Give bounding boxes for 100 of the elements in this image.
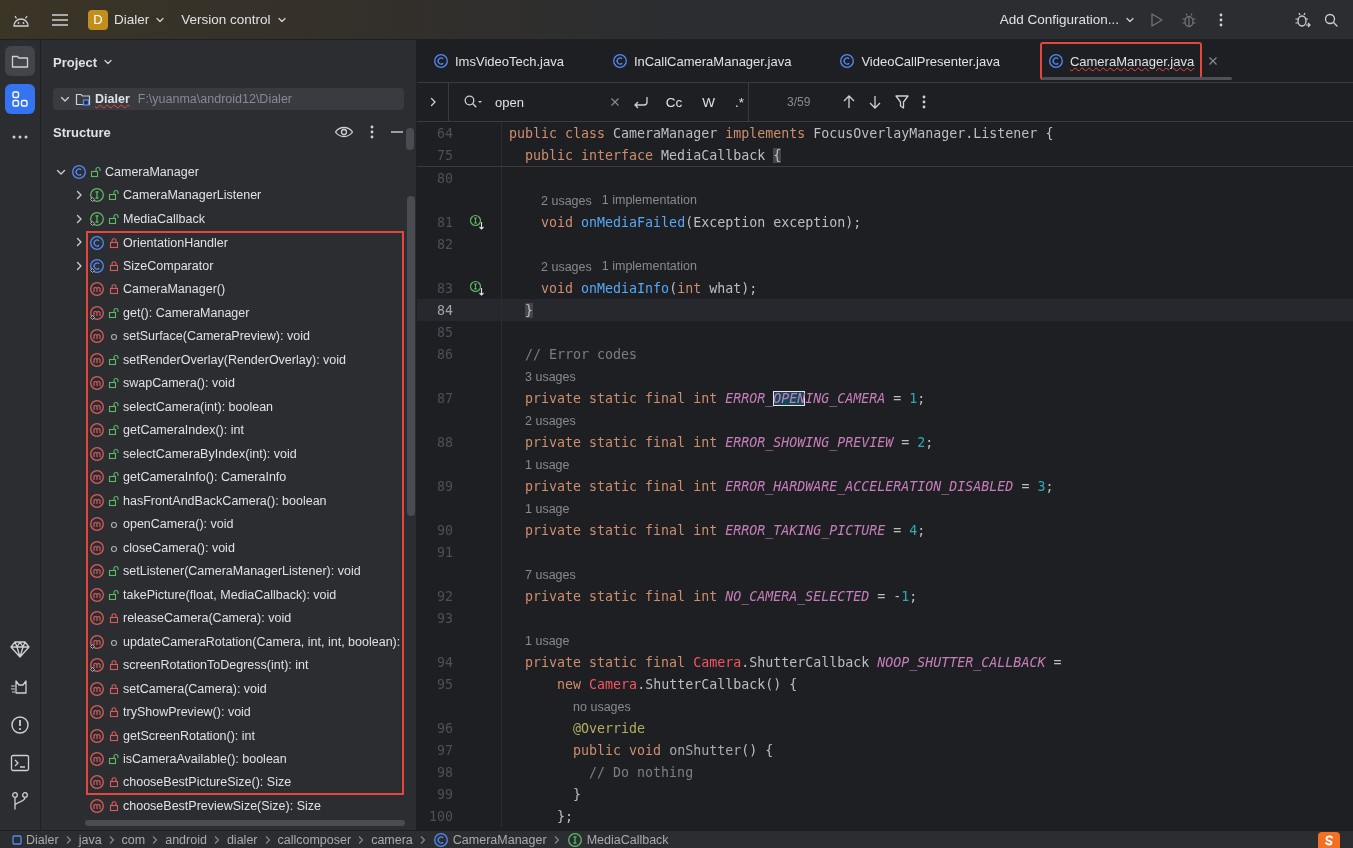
tree-item[interactable]: selectCameraByIndex(int): void — [86, 442, 404, 466]
code-line: public class CameraManager implements FocusOverlayManager.Listener { — [509, 125, 1054, 141]
eye-icon[interactable] — [334, 124, 354, 140]
line-number: 84 — [436, 302, 453, 318]
tree-item[interactable]: CameraManager() — [86, 277, 404, 301]
more-icon[interactable] — [11, 134, 29, 140]
tree-item[interactable]: setSurface(CameraPreview): void — [86, 324, 404, 348]
tree-item[interactable]: closeCamera(): void — [86, 536, 404, 560]
gem-icon[interactable] — [10, 640, 30, 658]
code-line: } — [572, 786, 582, 802]
breadcrumb[interactable]: com — [121, 832, 146, 847]
tree-item[interactable]: chooseBestPreviewSize(Size): Size — [86, 794, 404, 818]
tree-item[interactable]: getScreenRotation(): int — [86, 724, 404, 748]
breadcrumb[interactable]: Dialer — [12, 832, 59, 847]
folder-icon[interactable] — [11, 53, 29, 69]
tree-item[interactable]: setCamera(Camera): void — [86, 677, 404, 701]
breadcrumb[interactable]: callcomposer — [277, 832, 352, 847]
more-icon[interactable] — [922, 94, 927, 110]
breadcrumb[interactable]: java — [78, 832, 102, 847]
tree-item[interactable]: openCamera(): void — [86, 512, 404, 536]
tree-item[interactable]: setListener(CameraManagerListener): void — [86, 559, 404, 583]
usage-hint[interactable]: 2 usages — [509, 258, 592, 274]
run-configuration-menu[interactable]: Add Configuration... — [993, 5, 1141, 34]
more-icon[interactable] — [370, 124, 374, 140]
tree-item[interactable]: SizeComparator — [86, 254, 404, 278]
breadcrumb[interactable]: CameraManager — [432, 831, 547, 848]
chevron-icon — [151, 834, 160, 845]
project-selector[interactable]: D Dialer — [82, 5, 172, 34]
down-arrow-icon[interactable] — [868, 94, 883, 110]
more-icon[interactable] — [1219, 11, 1223, 28]
tree-item[interactable]: screenRotationToDegress(int): int — [86, 653, 404, 677]
tree-item[interactable]: takePicture(float, MediaCallback): void — [86, 583, 404, 607]
scrollbar[interactable] — [407, 196, 415, 516]
code-line: public interface MediaCallback { — [524, 147, 782, 163]
usage-hint[interactable]: 3 usages — [509, 368, 576, 384]
tree-item[interactable]: hasFrontAndBackCamera(): boolean — [86, 489, 404, 513]
usage-hint[interactable]: 1 usage — [509, 500, 570, 516]
panel-title: Structure — [53, 124, 111, 140]
tree-item[interactable]: selectCamera(int): boolean — [86, 395, 404, 419]
usage-hint[interactable]: no usages — [509, 698, 631, 714]
usage-hint[interactable]: 1 implementation — [601, 193, 697, 207]
class-icon — [611, 53, 628, 69]
tree-item[interactable]: updateCameraRotation(Camera, int, int, boolean): — [86, 630, 404, 654]
search-option-button[interactable]: .* — [731, 92, 748, 112]
usage-hint[interactable]: 1 usage — [509, 632, 570, 648]
tree-item[interactable]: getCameraInfo(): CameraInfo — [86, 465, 404, 489]
tool-window-button[interactable] — [5, 84, 35, 114]
branch-icon[interactable] — [11, 791, 29, 811]
minimize-icon[interactable] — [390, 130, 404, 134]
clear-icon[interactable] — [609, 97, 620, 107]
ime-icon[interactable] — [1318, 831, 1340, 848]
project-badge: D — [88, 9, 108, 30]
tree-item[interactable]: getCameraIndex(): int — [86, 418, 404, 442]
usage-hint[interactable]: 2 usages — [509, 192, 592, 208]
terminal-icon[interactable] — [10, 754, 30, 772]
run-icon[interactable] — [1150, 11, 1164, 28]
usage-hint[interactable]: 2 usages — [509, 412, 576, 428]
tree-item[interactable]: releaseCamera(Camera): void — [86, 606, 404, 630]
usage-hint[interactable]: 7 usages — [509, 566, 576, 582]
breadcrumb[interactable]: MediaCallback — [566, 831, 669, 848]
scrollbar[interactable] — [85, 820, 405, 826]
search-field[interactable]: open — [495, 94, 598, 110]
search-icon[interactable] — [463, 94, 483, 110]
code-line: public void onShutter() { — [572, 742, 774, 758]
tree-item[interactable]: swapCamera(): void — [86, 371, 404, 395]
cat-icon[interactable] — [10, 678, 30, 696]
breadcrumb[interactable]: camera — [371, 832, 413, 847]
version-control-menu[interactable]: Version control — [175, 5, 293, 34]
usage-hint[interactable]: 1 usage — [509, 456, 570, 472]
search-icon[interactable] — [1323, 11, 1339, 28]
breadcrumb[interactable]: dialer — [226, 832, 258, 847]
close-icon[interactable] — [1208, 56, 1219, 66]
code-line: void onMediaFailed(Exception exception); — [540, 214, 862, 230]
editor-tab[interactable]: InCallCameraManager.java — [599, 40, 814, 82]
search-option-button[interactable]: Cc — [661, 92, 687, 112]
tree-item[interactable]: CameraManager — [68, 160, 404, 184]
tree-item[interactable]: OrientationHandler — [86, 230, 404, 254]
up-arrow-icon[interactable] — [842, 94, 857, 110]
tree-item[interactable]: chooseBestPictureSize(): Size — [86, 771, 404, 795]
tree-item[interactable]: tryShowPreview(): void — [86, 700, 404, 724]
filter-icon[interactable] — [894, 94, 911, 110]
warning-icon[interactable] — [10, 715, 30, 735]
tree-item[interactable]: MediaCallback — [86, 207, 404, 231]
editor-tab[interactable]: ImsVideoTech.java — [421, 40, 586, 82]
bug-icon[interactable] — [1294, 10, 1312, 29]
editor-tab[interactable]: CameraManager.java — [1035, 40, 1233, 82]
implemented-icon[interactable] — [469, 280, 485, 296]
search-option-button[interactable]: W — [698, 92, 719, 112]
project-root-item[interactable]: Dialer F:\yuanma\android12\Dialer — [53, 88, 404, 110]
implemented-icon[interactable] — [469, 214, 485, 230]
structure-icon[interactable] — [11, 90, 29, 108]
usage-hint[interactable]: 1 implementation — [601, 259, 697, 273]
tree-item[interactable]: setRenderOverlay(RenderOverlay): void — [86, 348, 404, 372]
editor-tab[interactable]: VideoCallPresenter.java — [827, 40, 1022, 82]
breadcrumb[interactable]: android — [165, 832, 207, 847]
tool-window-button[interactable] — [5, 46, 35, 76]
scrollbar[interactable] — [406, 128, 414, 150]
tree-item[interactable]: get(): CameraManager — [86, 301, 404, 325]
tree-item[interactable]: CameraManagerListener — [86, 183, 404, 207]
tree-item[interactable]: isCameraAvailable(): boolean — [86, 747, 404, 771]
